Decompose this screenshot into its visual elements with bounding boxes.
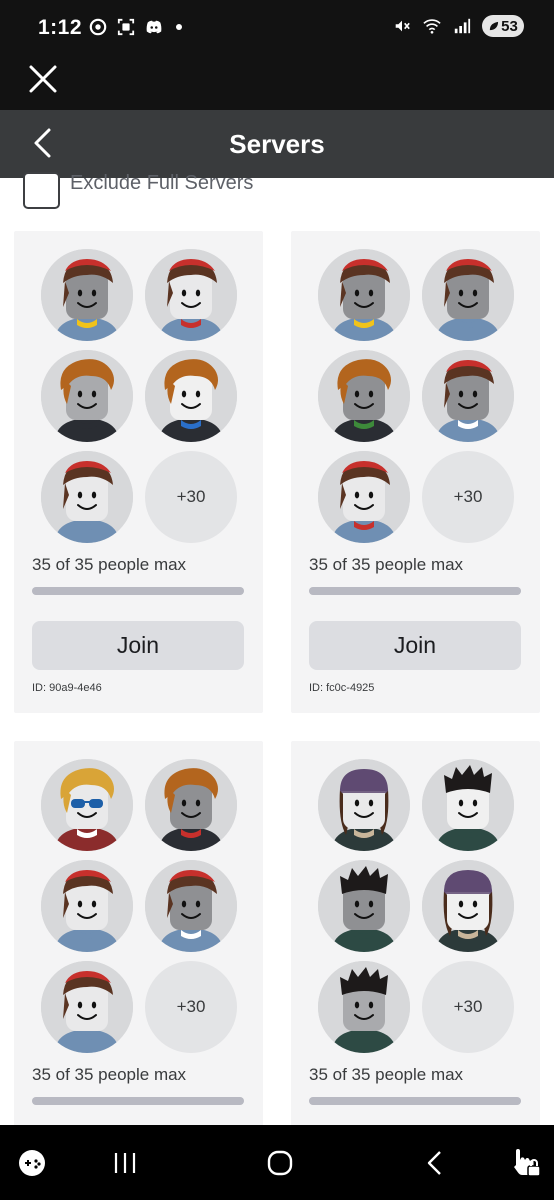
- capacity-progress-bar: [309, 587, 521, 595]
- more-players-count: +30: [145, 961, 237, 1053]
- capacity-progress-fill: [309, 1097, 521, 1105]
- exclude-full-label: Exclude Full Servers: [70, 171, 254, 194]
- screen: 1:12 53 Servers Exclude Full Servers +30…: [0, 0, 554, 1200]
- notification-dot-icon: [176, 24, 182, 30]
- server-capacity: 35 of 35 people max: [32, 1065, 187, 1084]
- player-avatar[interactable]: [422, 759, 514, 851]
- player-avatar[interactable]: [318, 451, 410, 543]
- server-card: +30 35 of 35 people max: [291, 741, 540, 1141]
- capacity-progress-fill: [32, 587, 244, 595]
- server-card: +30 35 of 35 people max Join ID: fc0c-4925: [291, 231, 540, 713]
- server-capacity: 35 of 35 people max: [309, 555, 464, 574]
- exclude-full-checkbox[interactable]: [23, 171, 60, 209]
- server-card: +30 35 of 35 people max: [14, 741, 263, 1141]
- capacity-progress-bar: [32, 587, 244, 595]
- status-icons-right: 53: [392, 15, 524, 37]
- server-id: ID: fc0c-4925: [309, 682, 375, 694]
- top-bar: [0, 56, 554, 110]
- exclude-full-servers-toggle[interactable]: Exclude Full Servers: [23, 170, 253, 210]
- capacity-progress-bar: [309, 1097, 521, 1105]
- join-button[interactable]: Join: [32, 621, 244, 670]
- more-players-count: +30: [422, 961, 514, 1053]
- player-avatar[interactable]: [41, 759, 133, 851]
- server-capacity: 35 of 35 people max: [32, 555, 187, 574]
- status-time: 1:12: [38, 16, 83, 39]
- discord-icon: [144, 17, 164, 37]
- touch-lock-icon[interactable]: [508, 1143, 544, 1179]
- battery-indicator: 53: [482, 15, 524, 37]
- android-nav-bar: [0, 1125, 554, 1200]
- battery-level: 53: [501, 17, 518, 35]
- capacity-progress-bar: [32, 1097, 244, 1105]
- screenshot-icon: [116, 17, 136, 37]
- player-avatar[interactable]: [422, 860, 514, 952]
- header: Servers: [0, 110, 554, 178]
- player-avatar[interactable]: [145, 860, 237, 952]
- player-avatar[interactable]: [318, 961, 410, 1053]
- player-avatar[interactable]: [145, 249, 237, 341]
- player-avatar[interactable]: [422, 249, 514, 341]
- status-bar: 1:12 53: [0, 0, 554, 56]
- player-avatar[interactable]: [41, 249, 133, 341]
- server-id: ID: 90a9-4e46: [32, 682, 102, 694]
- player-avatar[interactable]: [318, 350, 410, 442]
- close-icon: [29, 65, 57, 93]
- player-avatar[interactable]: [145, 759, 237, 851]
- player-avatar[interactable]: [318, 249, 410, 341]
- back-icon[interactable]: [420, 1147, 452, 1179]
- player-avatar[interactable]: [41, 451, 133, 543]
- player-avatar[interactable]: [318, 759, 410, 851]
- join-button[interactable]: Join: [309, 621, 521, 670]
- wifi-icon: [422, 16, 442, 36]
- player-avatars: +30: [41, 249, 237, 543]
- player-avatar[interactable]: [318, 860, 410, 952]
- game-launcher-icon[interactable]: [16, 1147, 48, 1179]
- chrome-icon: [88, 17, 108, 37]
- more-players-count: +30: [422, 451, 514, 543]
- player-avatars: +30: [41, 759, 237, 1053]
- signal-icon: [452, 16, 472, 36]
- player-avatars: +30: [318, 759, 514, 1053]
- player-avatar[interactable]: [41, 860, 133, 952]
- leaf-icon: [489, 21, 499, 30]
- capacity-progress-fill: [309, 587, 521, 595]
- player-avatar[interactable]: [41, 350, 133, 442]
- player-avatar[interactable]: [422, 350, 514, 442]
- capacity-progress-fill: [32, 1097, 244, 1105]
- more-players-count: +30: [145, 451, 237, 543]
- home-icon[interactable]: [264, 1147, 296, 1179]
- server-capacity: 35 of 35 people max: [309, 1065, 464, 1084]
- player-avatar[interactable]: [145, 350, 237, 442]
- close-button[interactable]: [26, 62, 60, 96]
- status-icons-left: [88, 17, 182, 37]
- page-title: Servers: [229, 129, 325, 159]
- mute-icon: [392, 16, 412, 36]
- recents-icon[interactable]: [109, 1147, 141, 1179]
- server-card: +30 35 of 35 people max Join ID: 90a9-4e46: [14, 231, 263, 713]
- player-avatars: +30: [318, 249, 514, 543]
- player-avatar[interactable]: [41, 961, 133, 1053]
